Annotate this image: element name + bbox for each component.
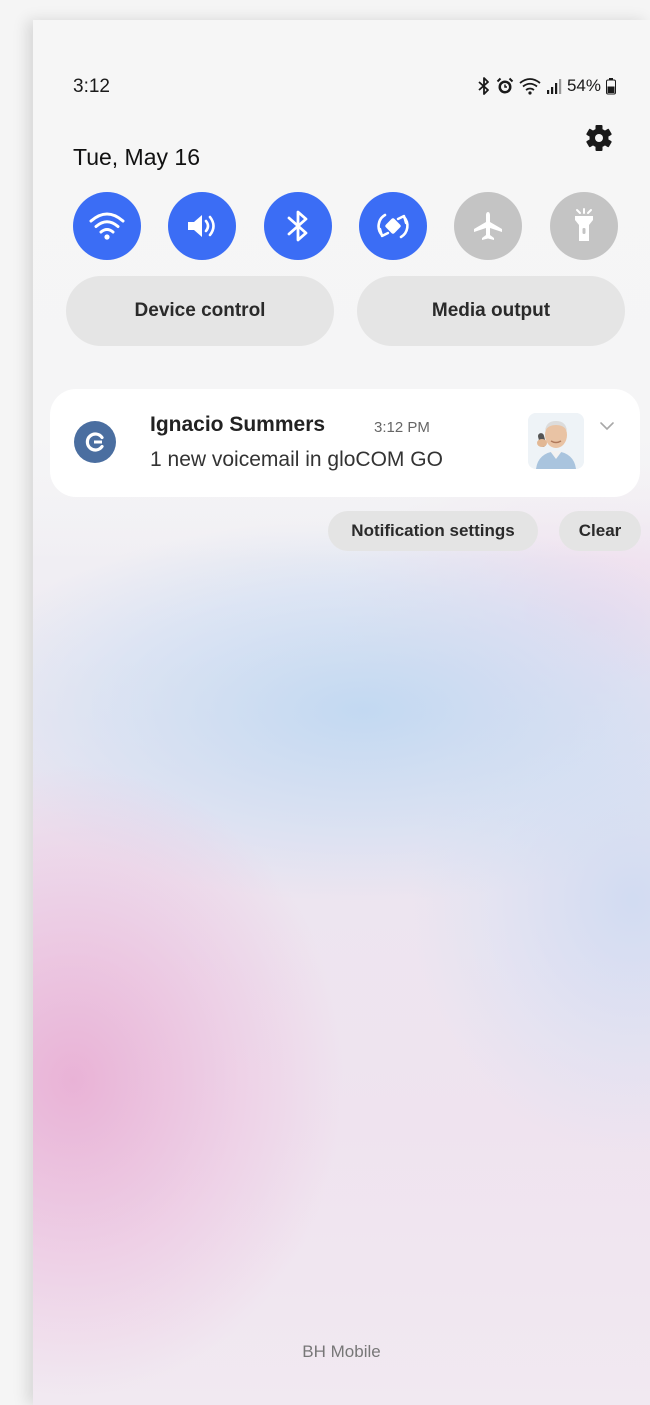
- sound-icon: [188, 215, 215, 237]
- wifi-icon: [89, 212, 125, 240]
- airplane-mode-tile[interactable]: [454, 192, 522, 260]
- bluetooth-icon: [287, 210, 308, 242]
- auto-rotate-icon: [377, 213, 409, 239]
- notification-message: 1 new voicemail in gloCOM GO: [150, 448, 443, 471]
- status-time: 3:12: [73, 76, 110, 97]
- notification-settings-button[interactable]: Notification settings: [328, 511, 538, 551]
- wifi-tile[interactable]: [73, 192, 141, 260]
- clear-button[interactable]: Clear: [559, 511, 641, 551]
- airplane-icon: [474, 212, 502, 240]
- status-icons: 54%: [477, 76, 616, 96]
- sound-tile[interactable]: [168, 192, 236, 260]
- carrier-label: BH Mobile: [302, 1342, 381, 1361]
- wifi-icon: [519, 77, 541, 95]
- screenshot-frame: 3:12 54% Tue, May 16 Device control Medi…: [0, 0, 650, 1405]
- alarm-icon: [496, 77, 514, 95]
- bluetooth-tile[interactable]: [264, 192, 332, 260]
- signal-icon: [546, 77, 562, 95]
- expand-chevron-icon[interactable]: [598, 419, 616, 437]
- notification-shade: 3:12 54% Tue, May 16 Device control Medi…: [33, 20, 650, 1405]
- contact-avatar: [528, 413, 584, 469]
- glocom-app-icon: [74, 421, 116, 463]
- battery-icon: [606, 77, 616, 95]
- settings-gear-icon[interactable]: [583, 122, 615, 154]
- device-control-button[interactable]: Device control: [66, 276, 334, 346]
- auto-rotate-tile[interactable]: [359, 192, 427, 260]
- flashlight-tile[interactable]: [550, 192, 618, 260]
- notification-time: 3:12 PM: [374, 419, 430, 436]
- battery-percent: 54%: [566, 76, 601, 95]
- media-output-button[interactable]: Media output: [357, 276, 625, 346]
- quick-settings-tiles: [73, 192, 618, 260]
- date: Tue, May 16: [73, 144, 200, 170]
- bluetooth-icon: [477, 77, 491, 95]
- flashlight-icon: [575, 208, 593, 241]
- notification-sender: Ignacio Summers: [150, 413, 326, 436]
- notification-card[interactable]: Ignacio Summers 3:12 PM 1 new voicemail …: [50, 389, 640, 497]
